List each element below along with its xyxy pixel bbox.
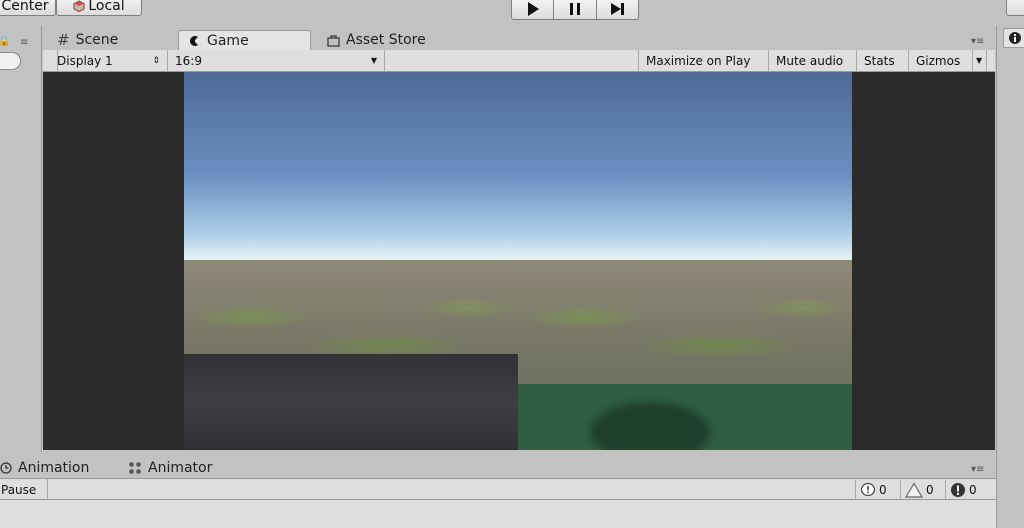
- mute-label: Mute audio: [776, 53, 844, 68]
- lock-icon[interactable]: 🔒: [0, 36, 10, 47]
- inspector-panel: [996, 26, 1024, 528]
- chevron-down-icon: ▼: [976, 56, 983, 65]
- pause-label: Pause: [1, 482, 37, 497]
- bottom-tabbar: Animation Animator ▾≡: [0, 452, 996, 478]
- step-icon: [611, 3, 625, 15]
- info-count: 0: [879, 482, 887, 497]
- tab-asset-store[interactable]: Asset Store: [319, 30, 434, 50]
- aspect-label: 16:9: [175, 53, 202, 68]
- play-icon: [527, 2, 539, 16]
- gizmos-toggle[interactable]: Gizmos: [909, 50, 973, 71]
- tab-asset-store-label: Asset Store: [346, 32, 426, 48]
- step-button[interactable]: [596, 0, 639, 20]
- warning-count: 0: [926, 482, 934, 497]
- maximize-label: Maximize on Play: [646, 53, 751, 68]
- sky: [184, 72, 518, 260]
- warning-icon: [905, 481, 923, 498]
- bottom-panel-menu-icon[interactable]: ▾≡: [971, 464, 984, 475]
- tab-scene[interactable]: # Scene: [49, 30, 126, 50]
- aspect-dropdown[interactable]: 16:9 ▼: [168, 50, 385, 71]
- inspector-tab[interactable]: [1003, 28, 1024, 48]
- tab-scene-label: Scene: [75, 32, 119, 48]
- error-counter[interactable]: 0: [945, 480, 981, 499]
- updown-arrows-icon: ⇕: [152, 55, 160, 66]
- game-view-toolbar: Display 1 ⇕ 16:9 ▼ Maximize on Play Mute…: [43, 50, 995, 72]
- panel-menu-icon[interactable]: ≡: [20, 37, 28, 48]
- pivot-local-button[interactable]: Local: [56, 0, 142, 16]
- info-bubble-icon: [860, 482, 876, 496]
- center-label: Center: [1, 0, 49, 14]
- animator-icon: [129, 462, 141, 474]
- hierarchy-panel: 🔒 ≡: [0, 26, 42, 452]
- tab-animator[interactable]: Animator: [120, 458, 220, 478]
- sky: [518, 72, 852, 260]
- tab-animation-label: Animation: [18, 460, 90, 476]
- layers-dropdown[interactable]: [1006, 0, 1024, 16]
- pause-icon: [569, 3, 580, 15]
- error-count: 0: [969, 482, 977, 497]
- info-counter[interactable]: 0: [855, 480, 891, 499]
- maximize-on-play-toggle[interactable]: Maximize on Play: [638, 50, 769, 71]
- pause-toggle[interactable]: Pause: [0, 479, 48, 500]
- cube-icon: [73, 0, 85, 12]
- search-field[interactable]: [0, 52, 21, 70]
- camera-view-left: [184, 72, 518, 450]
- chevron-down-icon: ▼: [370, 56, 377, 65]
- pivot-center-button[interactable]: Center: [0, 0, 56, 16]
- tab-game-label: Game: [207, 32, 249, 49]
- pause-button[interactable]: [554, 0, 597, 20]
- stats-label: Stats: [864, 53, 895, 68]
- gizmos-label: Gizmos: [916, 53, 961, 68]
- warning-counter[interactable]: 0: [900, 480, 938, 499]
- shadow: [184, 354, 518, 450]
- gizmos-dropdown[interactable]: ▼: [973, 50, 987, 71]
- game-viewport[interactable]: [43, 72, 995, 450]
- view-tabbar: # Scene Game Asset Store ▾≡: [43, 26, 995, 50]
- mute-audio-toggle[interactable]: Mute audio: [769, 50, 857, 71]
- console-toolbar: Pause 0 0 0: [0, 478, 996, 500]
- play-button[interactable]: [511, 0, 555, 20]
- asset-store-icon: [327, 34, 340, 47]
- tab-game[interactable]: Game: [178, 30, 311, 50]
- tabbar-menu-icon[interactable]: ▾≡: [971, 36, 984, 47]
- main-toolbar: Center Local: [0, 0, 1024, 26]
- console-log-area[interactable]: [0, 500, 996, 528]
- tab-animation[interactable]: Animation: [0, 458, 97, 478]
- tab-animator-label: Animator: [148, 460, 213, 476]
- display-dropdown[interactable]: Display 1 ⇕: [50, 50, 168, 71]
- game-icon: [190, 35, 198, 46]
- scene-icon: #: [57, 31, 70, 49]
- info-icon: [1008, 32, 1021, 44]
- clock-icon: [0, 462, 12, 474]
- camera-view-right: [518, 72, 852, 450]
- display-label: Display 1: [57, 53, 113, 68]
- error-icon: [951, 482, 965, 497]
- playback-controls: [511, 0, 639, 20]
- local-label: Local: [88, 0, 125, 14]
- stats-toggle[interactable]: Stats: [857, 50, 909, 71]
